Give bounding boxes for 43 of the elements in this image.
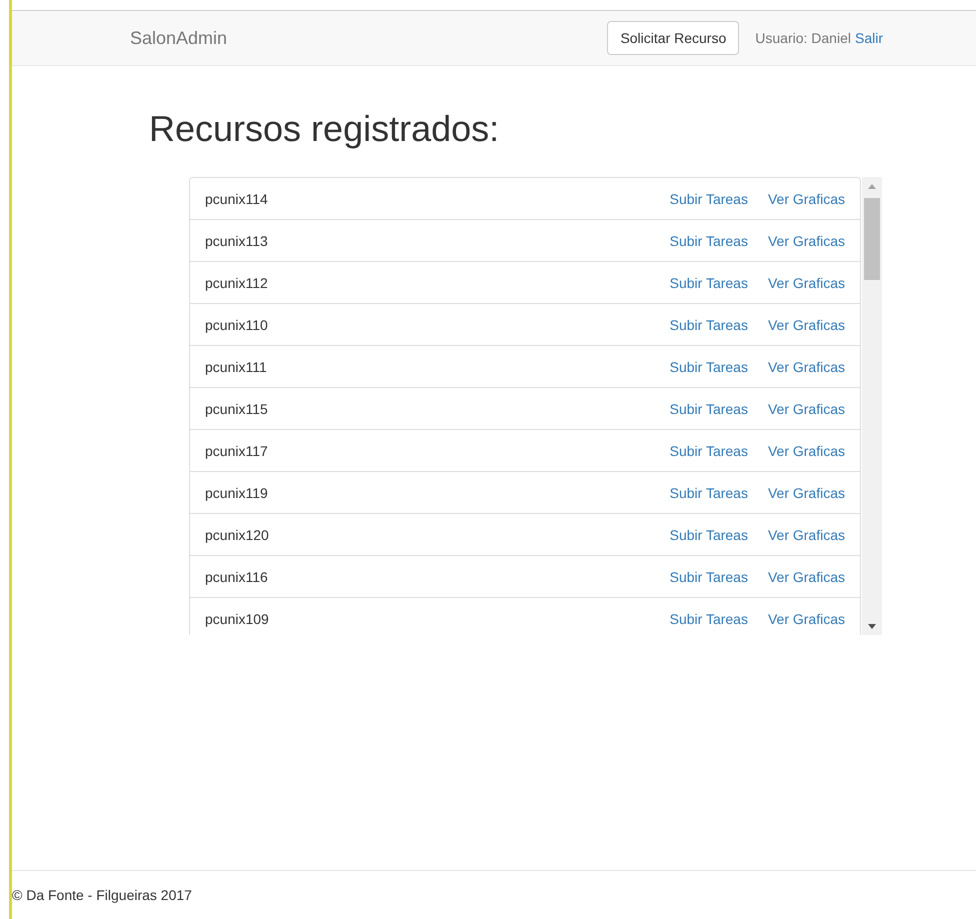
- user-label: Usuario: Daniel: [755, 30, 851, 46]
- view-charts-link[interactable]: Ver Graficas: [768, 358, 845, 374]
- upload-tasks-link[interactable]: Subir Tareas: [670, 526, 748, 542]
- view-charts-link[interactable]: Ver Graficas: [768, 484, 845, 500]
- view-charts-link[interactable]: Ver Graficas: [768, 400, 845, 416]
- view-charts-link[interactable]: Ver Graficas: [768, 274, 845, 290]
- scroll-thumb[interactable]: [864, 198, 880, 280]
- upload-tasks-link[interactable]: Subir Tareas: [670, 232, 748, 248]
- upload-tasks-link[interactable]: Subir Tareas: [670, 610, 748, 626]
- resource-name: pcunix116: [205, 568, 269, 584]
- resource-name: pcunix120: [205, 526, 270, 542]
- upload-tasks-link[interactable]: Subir Tareas: [670, 484, 748, 500]
- upload-tasks-link[interactable]: Subir Tareas: [670, 274, 748, 290]
- resource-name: pcunix115: [205, 400, 269, 416]
- scrollbar[interactable]: [862, 177, 882, 635]
- resource-name: pcunix112: [205, 274, 269, 290]
- resource-name: pcunix114: [205, 190, 269, 206]
- upload-tasks-link[interactable]: Subir Tareas: [670, 568, 748, 584]
- scroll-up-icon[interactable]: [868, 184, 876, 189]
- resource-name: pcunix113: [205, 232, 269, 248]
- page-heading: Recursos registrados:: [149, 108, 500, 150]
- resource-name: pcunix119: [205, 484, 269, 500]
- resource-name: pcunix109: [205, 610, 270, 626]
- resource-name: pcunix117: [205, 442, 269, 458]
- upload-tasks-link[interactable]: Subir Tareas: [670, 400, 748, 416]
- resource-name: pcunix111: [205, 358, 268, 374]
- scroll-down-icon[interactable]: [868, 624, 876, 629]
- upload-tasks-link[interactable]: Subir Tareas: [670, 442, 748, 458]
- logout-link[interactable]: Salir: [854, 30, 883, 46]
- view-charts-link[interactable]: Ver Graficas: [768, 232, 845, 248]
- brand-link[interactable]: SalonAdmin: [130, 28, 228, 48]
- view-charts-link[interactable]: Ver Graficas: [768, 568, 845, 584]
- view-charts-link[interactable]: Ver Graficas: [768, 526, 845, 542]
- upload-tasks-link[interactable]: Subir Tareas: [670, 190, 748, 206]
- view-charts-link[interactable]: Ver Graficas: [768, 610, 845, 626]
- footer-text: © Da Fonte - Filgueiras 2017: [12, 887, 192, 903]
- view-charts-link[interactable]: Ver Graficas: [768, 190, 845, 206]
- view-charts-link[interactable]: Ver Graficas: [768, 442, 845, 458]
- resource-name: pcunix110: [205, 316, 269, 332]
- view-charts-link[interactable]: Ver Graficas: [768, 316, 845, 332]
- request-resource-button[interactable]: Solicitar Recurso: [607, 21, 740, 55]
- upload-tasks-link[interactable]: Subir Tareas: [670, 316, 748, 332]
- upload-tasks-link[interactable]: Subir Tareas: [670, 358, 748, 374]
